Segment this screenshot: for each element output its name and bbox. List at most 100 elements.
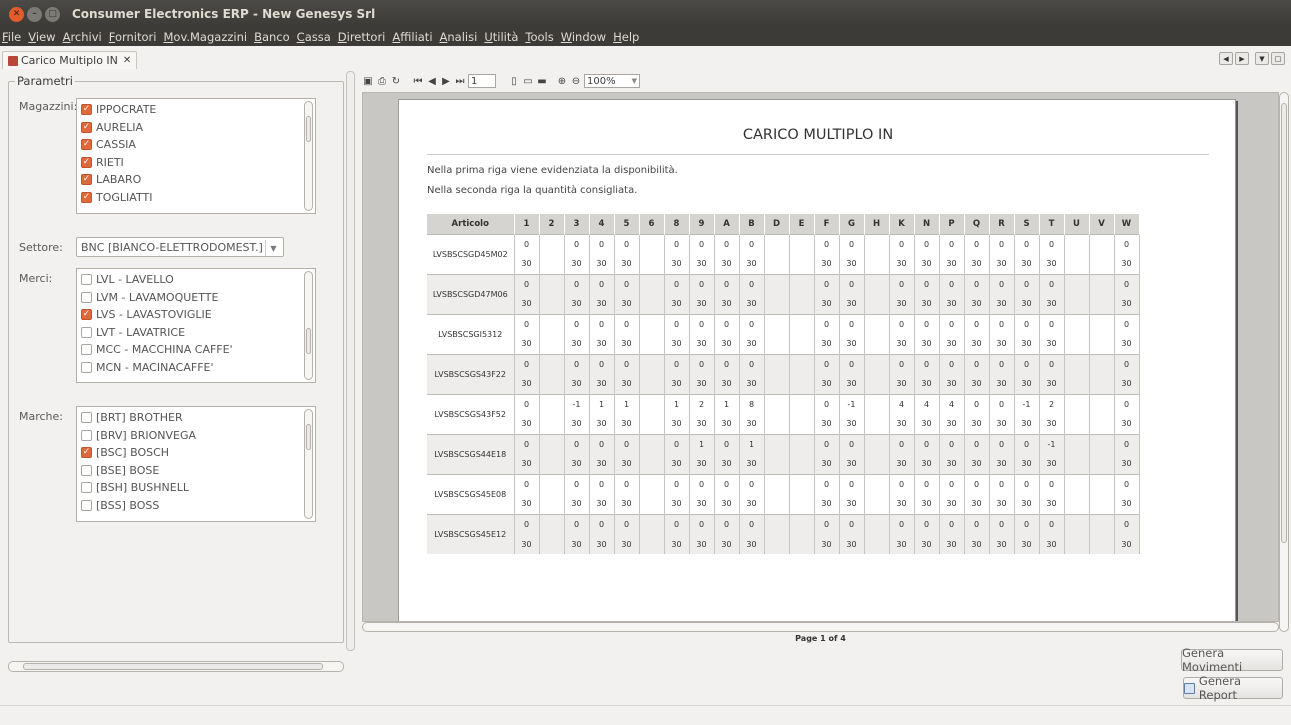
column-header: E bbox=[789, 214, 815, 234]
marca-item[interactable]: [BSE] BOSE bbox=[77, 462, 315, 480]
disponibilita-cell: 0 bbox=[664, 473, 690, 494]
column-header: G bbox=[839, 214, 865, 234]
marca-item[interactable]: ✓ [BSC] BOSCH bbox=[77, 444, 315, 462]
genera-movimenti-button[interactable]: Genera Movimenti bbox=[1181, 646, 1283, 674]
zoom-out-icon[interactable]: ⊖ bbox=[570, 75, 582, 88]
checkbox-icon[interactable] bbox=[81, 326, 92, 338]
chevron-down-icon[interactable]: ▼ bbox=[632, 77, 637, 85]
checkbox-icon[interactable] bbox=[81, 291, 92, 303]
magazzino-item[interactable]: ✓ LABARO bbox=[77, 171, 315, 189]
zoom-in-icon[interactable]: ⊕ bbox=[556, 75, 568, 88]
print-icon[interactable]: ⎙ bbox=[376, 75, 388, 88]
zoom-select[interactable]: 100% ▼ bbox=[584, 74, 640, 88]
previous-page-icon[interactable]: ◀ bbox=[426, 75, 438, 88]
viewer-vscrollbar[interactable] bbox=[1279, 92, 1289, 632]
checkbox-icon[interactable] bbox=[81, 361, 92, 373]
magazzino-item[interactable]: ✓ TOGLIATTI bbox=[77, 189, 315, 207]
merce-item[interactable]: LVT - LAVATRICE bbox=[77, 324, 315, 342]
menu-affiliati[interactable]: Affiliati bbox=[392, 30, 432, 44]
menu-banco[interactable]: Banco bbox=[254, 30, 290, 44]
magazzino-item[interactable]: ✓ RIETI bbox=[77, 154, 315, 172]
magazzino-item[interactable]: ✓ AURELIA bbox=[77, 119, 315, 137]
menu-view[interactable]: View bbox=[28, 30, 55, 44]
title-divider bbox=[427, 154, 1209, 155]
checkbox-icon[interactable] bbox=[81, 412, 92, 424]
report-preview-icon bbox=[1184, 682, 1195, 694]
checkbox-checked-icon[interactable]: ✓ bbox=[81, 447, 92, 459]
marche-scrollbar[interactable] bbox=[304, 409, 313, 519]
consigliata-cell bbox=[764, 454, 790, 474]
tab-list-icon[interactable]: ▼ bbox=[1255, 52, 1269, 65]
settore-select[interactable]: BNC [BIANCO-ELETTRODOMEST.] ▼ bbox=[76, 237, 284, 257]
checkbox-icon[interactable] bbox=[81, 482, 92, 494]
magazzini-list[interactable]: ✓ IPPOCRATE ✓ AURELIA ✓ CASSIA ✓ RIETI ✓ LABARO ✓ T… bbox=[76, 98, 316, 214]
menu-window[interactable]: Window bbox=[561, 30, 606, 44]
close-window-icon[interactable]: ✕ bbox=[9, 6, 24, 22]
menu-utilit[interactable]: Utilità bbox=[484, 30, 518, 44]
page-number-input[interactable]: 1 bbox=[468, 74, 496, 88]
merci-list[interactable]: LVL - LAVELLO LVM - LAVAMOQUETTE ✓ LVS - LA… bbox=[76, 268, 316, 383]
menu-tools[interactable]: Tools bbox=[525, 30, 553, 44]
merce-item[interactable]: LVM - LAVAMOQUETTE bbox=[77, 289, 315, 307]
refresh-icon[interactable]: ↻ bbox=[390, 75, 402, 88]
checkbox-icon[interactable] bbox=[81, 274, 92, 286]
menu-movmagazzini[interactable]: Mov.Magazzini bbox=[163, 30, 247, 44]
marca-item[interactable]: [BRV] BRIONVEGA bbox=[77, 427, 315, 445]
checkbox-icon[interactable] bbox=[81, 499, 92, 511]
close-tab-icon[interactable]: ✕ bbox=[123, 55, 131, 66]
last-page-icon[interactable]: ⏭ bbox=[454, 75, 466, 88]
first-page-icon[interactable]: ⏮ bbox=[412, 75, 424, 88]
left-panel-hscrollbar[interactable] bbox=[8, 661, 344, 672]
menu-direttori[interactable]: Direttori bbox=[338, 30, 386, 44]
save-icon[interactable]: ▣ bbox=[362, 75, 374, 88]
consigliata-cell bbox=[1089, 294, 1115, 314]
maximize-window-icon[interactable]: □ bbox=[45, 6, 60, 22]
merce-item[interactable]: MCC - MACCHINA CAFFE' bbox=[77, 341, 315, 359]
menu-cassa[interactable]: Cassa bbox=[297, 30, 331, 44]
checkbox-checked-icon[interactable]: ✓ bbox=[81, 156, 92, 168]
fit-page-icon[interactable]: ▭ bbox=[522, 75, 534, 88]
genera-report-button[interactable]: Genera Report bbox=[1183, 674, 1283, 702]
checkbox-icon[interactable] bbox=[81, 429, 92, 441]
scroll-tabs-left-icon[interactable]: ◀ bbox=[1219, 52, 1233, 65]
next-page-icon[interactable]: ▶ bbox=[440, 75, 452, 88]
marca-item[interactable]: [BRT] BROTHER bbox=[77, 409, 315, 427]
checkbox-checked-icon[interactable]: ✓ bbox=[81, 309, 92, 321]
checkbox-checked-icon[interactable]: ✓ bbox=[81, 121, 92, 133]
merci-scrollbar[interactable] bbox=[304, 271, 313, 380]
actual-size-icon[interactable]: ▯ bbox=[508, 75, 520, 88]
magazzino-item-label: CASSIA bbox=[96, 138, 136, 152]
tab-carico-multiplo-in[interactable]: Carico Multiplo IN ✕ bbox=[2, 51, 138, 69]
merce-item[interactable]: MCN - MACINACAFFE' bbox=[77, 359, 315, 377]
consigliata-cell: 30 bbox=[939, 454, 965, 474]
merce-item[interactable]: LVL - LAVELLO bbox=[77, 271, 315, 289]
menu-help[interactable]: Help bbox=[613, 30, 639, 44]
checkbox-icon[interactable] bbox=[81, 464, 92, 476]
minimize-window-icon[interactable]: – bbox=[27, 6, 42, 22]
marca-item[interactable]: [BSS] BOSS bbox=[77, 497, 315, 515]
magazzino-item[interactable]: ✓ IPPOCRATE bbox=[77, 101, 315, 119]
magazzini-scrollbar[interactable] bbox=[304, 101, 313, 211]
consigliata-cell bbox=[764, 374, 790, 394]
menu-fornitori[interactable]: Fornitori bbox=[109, 30, 157, 44]
panel-splitter[interactable] bbox=[346, 71, 355, 651]
marche-list[interactable]: [BRT] BROTHER [BRV] BRIONVEGA ✓ [BSC] BOSCH… bbox=[76, 406, 316, 522]
fit-width-icon[interactable]: ▬ bbox=[536, 75, 548, 88]
consigliata-cell: 30 bbox=[564, 534, 590, 554]
chevron-down-icon[interactable]: ▼ bbox=[265, 240, 281, 256]
checkbox-checked-icon[interactable]: ✓ bbox=[81, 191, 92, 203]
restore-tab-icon[interactable]: □ bbox=[1271, 52, 1285, 65]
checkbox-icon[interactable] bbox=[81, 344, 92, 356]
checkbox-checked-icon[interactable]: ✓ bbox=[81, 104, 92, 116]
checkbox-checked-icon[interactable]: ✓ bbox=[81, 139, 92, 151]
scroll-tabs-right-icon[interactable]: ▶ bbox=[1235, 52, 1249, 65]
marca-item[interactable]: [BSH] BUSHNELL bbox=[77, 479, 315, 497]
magazzino-item[interactable]: ✓ CASSIA bbox=[77, 136, 315, 154]
menu-archivi[interactable]: Archivi bbox=[63, 30, 102, 44]
checkbox-checked-icon[interactable]: ✓ bbox=[81, 174, 92, 186]
menu-analisi[interactable]: Analisi bbox=[440, 30, 478, 44]
disponibilita-cell bbox=[1064, 233, 1090, 254]
menu-file[interactable]: File bbox=[2, 30, 21, 44]
viewer-hscrollbar[interactable] bbox=[362, 622, 1279, 632]
merce-item[interactable]: ✓ LVS - LAVASTOVIGLIE bbox=[77, 306, 315, 324]
